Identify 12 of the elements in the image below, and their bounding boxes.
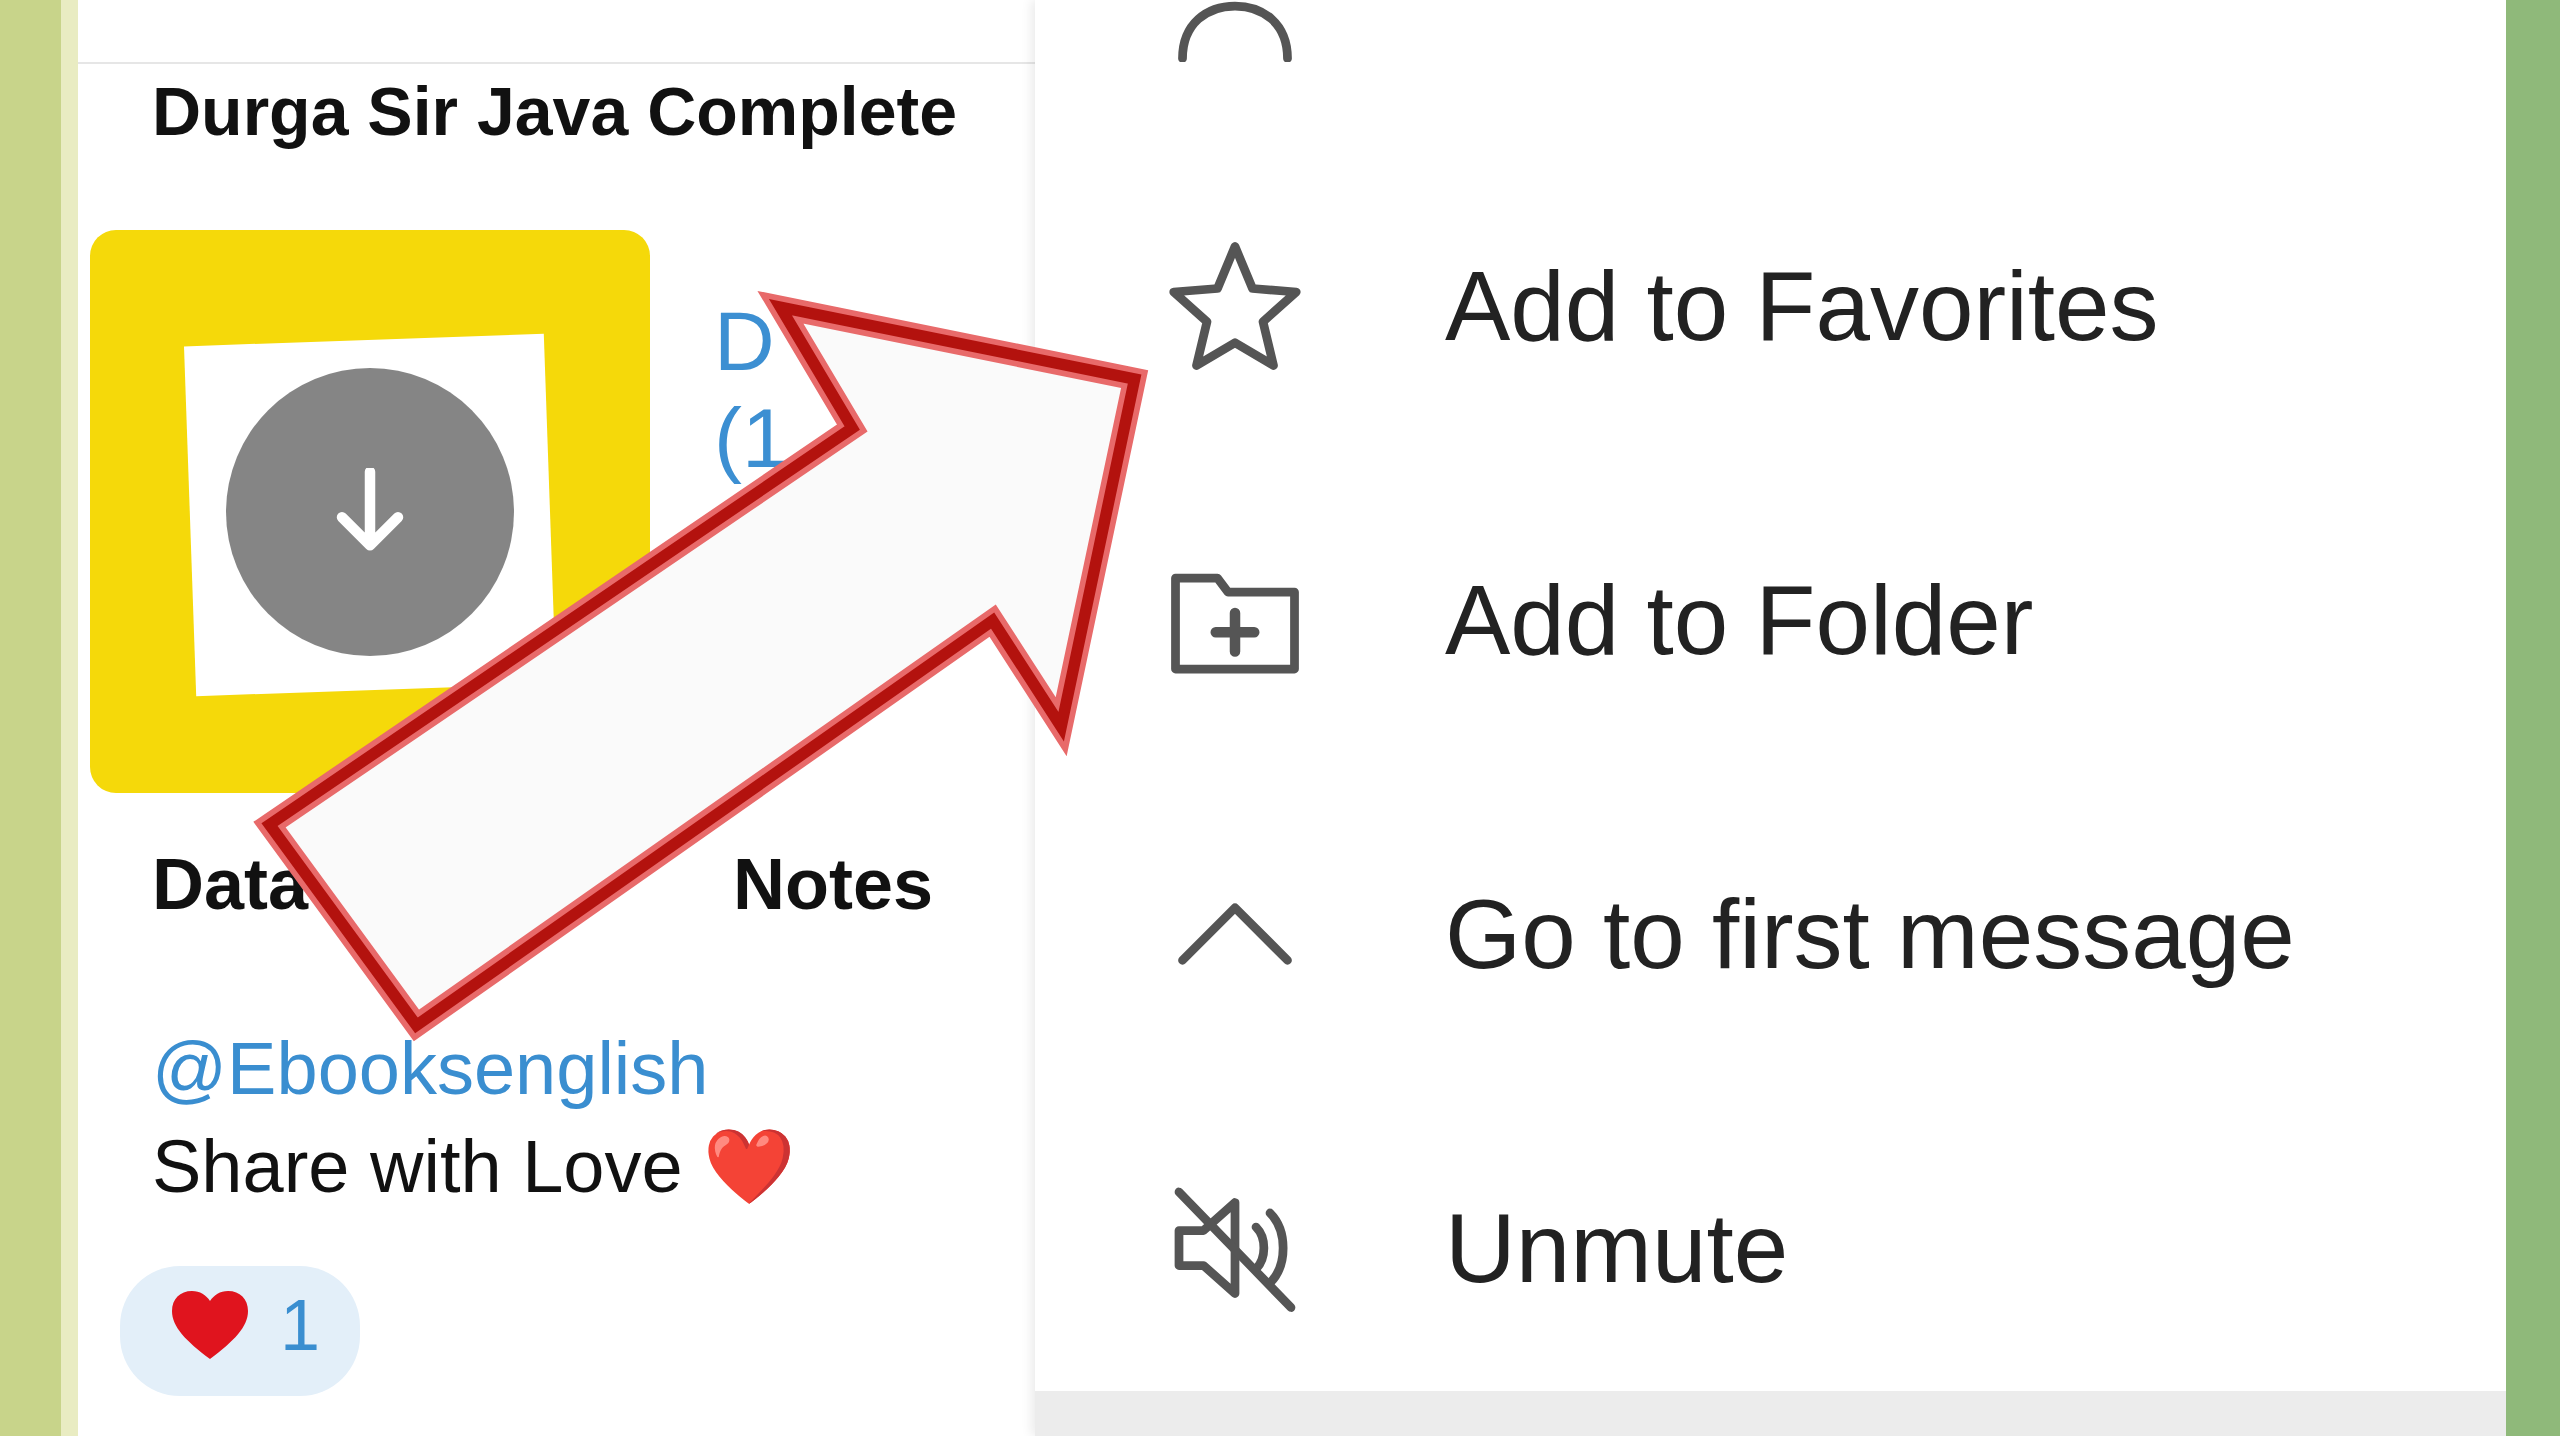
channel-link[interactable]: @Ebooksenglish [152,1020,709,1118]
heart-icon [170,1289,250,1361]
file-size: (1 [714,389,789,487]
menu-item[interactable]: Go to first message [1165,777,2506,1091]
file-caption: Notes [733,843,934,925]
reaction-count: 1 [280,1284,321,1366]
message-sender-title: Durga Sir Java Complete [151,72,958,151]
menu-item[interactable]: Add to Favorites [1165,149,2506,463]
menu-item[interactable]: Add to Folder [1165,463,2506,777]
message-text: Share with Love ❤ [152,1124,797,1210]
file-caption: Data [152,843,309,925]
menu-item[interactable]: Unmute [1165,1091,2506,1391]
